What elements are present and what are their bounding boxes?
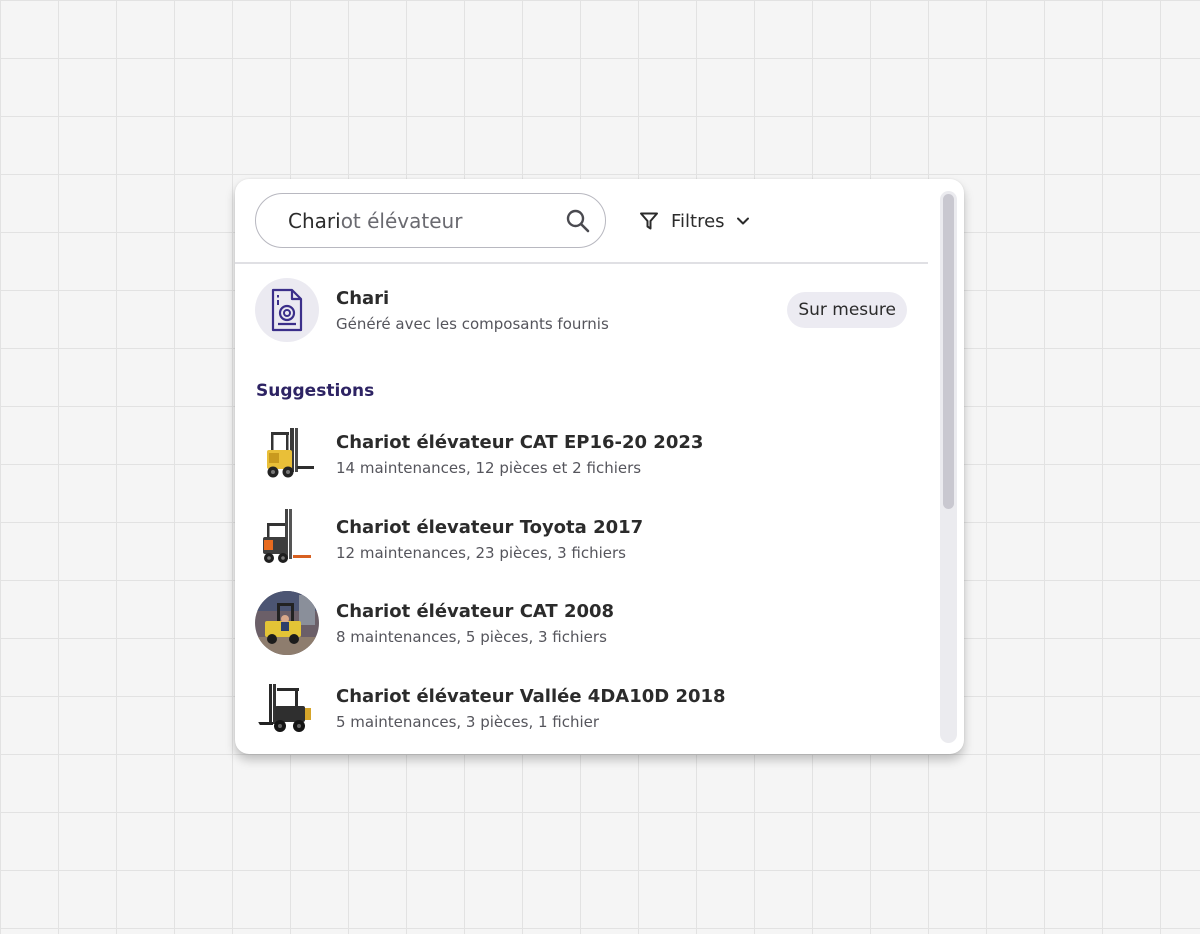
document-icon [271,288,303,332]
chevron-down-icon [736,217,749,225]
suggestion-item[interactable]: Chariot élevateur Toyota 2017 12 mainten… [255,506,915,571]
forklift-thumbnail [255,422,319,486]
forklift-thumbnail [255,591,319,655]
search-input[interactable]: Chari ot élévateur [255,193,606,248]
suggestion-item[interactable]: Chariot élévateur CAT EP16-20 2023 14 ma… [255,422,915,486]
suggestion-title: Chariot élevateur Toyota 2017 [336,516,644,538]
suggestion-subtitle: 8 maintenances, 5 pièces, 3 fichiers [336,628,607,646]
forklift-image [255,506,319,571]
suggestion-title: Chariot élévateur Vallée 4DA10D 2018 [336,685,726,707]
filters-label: Filtres [671,210,725,232]
custom-badge: Sur mesure [787,292,907,328]
search-typed-text: Chari [288,208,341,233]
search-icon[interactable] [565,208,591,234]
funnel-icon [640,212,658,230]
scrollbar-track[interactable] [940,191,957,743]
suggestions-heading: Suggestions [256,381,375,401]
forklift-image [255,591,319,655]
suggestion-item[interactable]: Chariot élévateur Vallée 4DA10D 2018 5 m… [255,675,915,740]
document-avatar [255,278,319,342]
suggestion-item[interactable]: Chariot élévateur CAT 2008 8 maintenance… [255,591,915,655]
forklift-thumbnail [255,506,319,571]
custom-result-title: Chari [336,288,390,309]
forklift-image [255,675,319,740]
suggestion-title: Chariot élévateur CAT 2008 [336,601,615,622]
forklift-thumbnail [255,675,319,740]
forklift-image [255,422,319,486]
suggestion-subtitle: 5 maintenances, 3 pièces, 1 fichier [336,712,600,731]
suggestions-list: Chariot élévateur CAT EP16-20 2023 14 ma… [255,422,915,754]
filters-button[interactable]: Filtres [639,206,751,236]
suggestion-subtitle: 12 maintenances, 23 pièces, 3 fichiers [336,543,626,562]
suggestion-title: Chariot élévateur CAT EP16-20 2023 [336,432,704,453]
custom-result-subtitle: Généré avec les composants fournis [336,315,609,333]
header-divider [235,262,928,264]
suggestion-subtitle: 14 maintenances, 12 pièces et 2 fichiers [336,459,642,477]
custom-result-item[interactable]: Chari Généré avec les composants fournis… [255,278,907,342]
scrollbar-thumb[interactable] [943,194,954,509]
search-dropdown-panel: Chari ot élévateur Filtres Chari Généré … [235,179,964,754]
search-autocomplete-text: ot élévateur [340,208,463,233]
